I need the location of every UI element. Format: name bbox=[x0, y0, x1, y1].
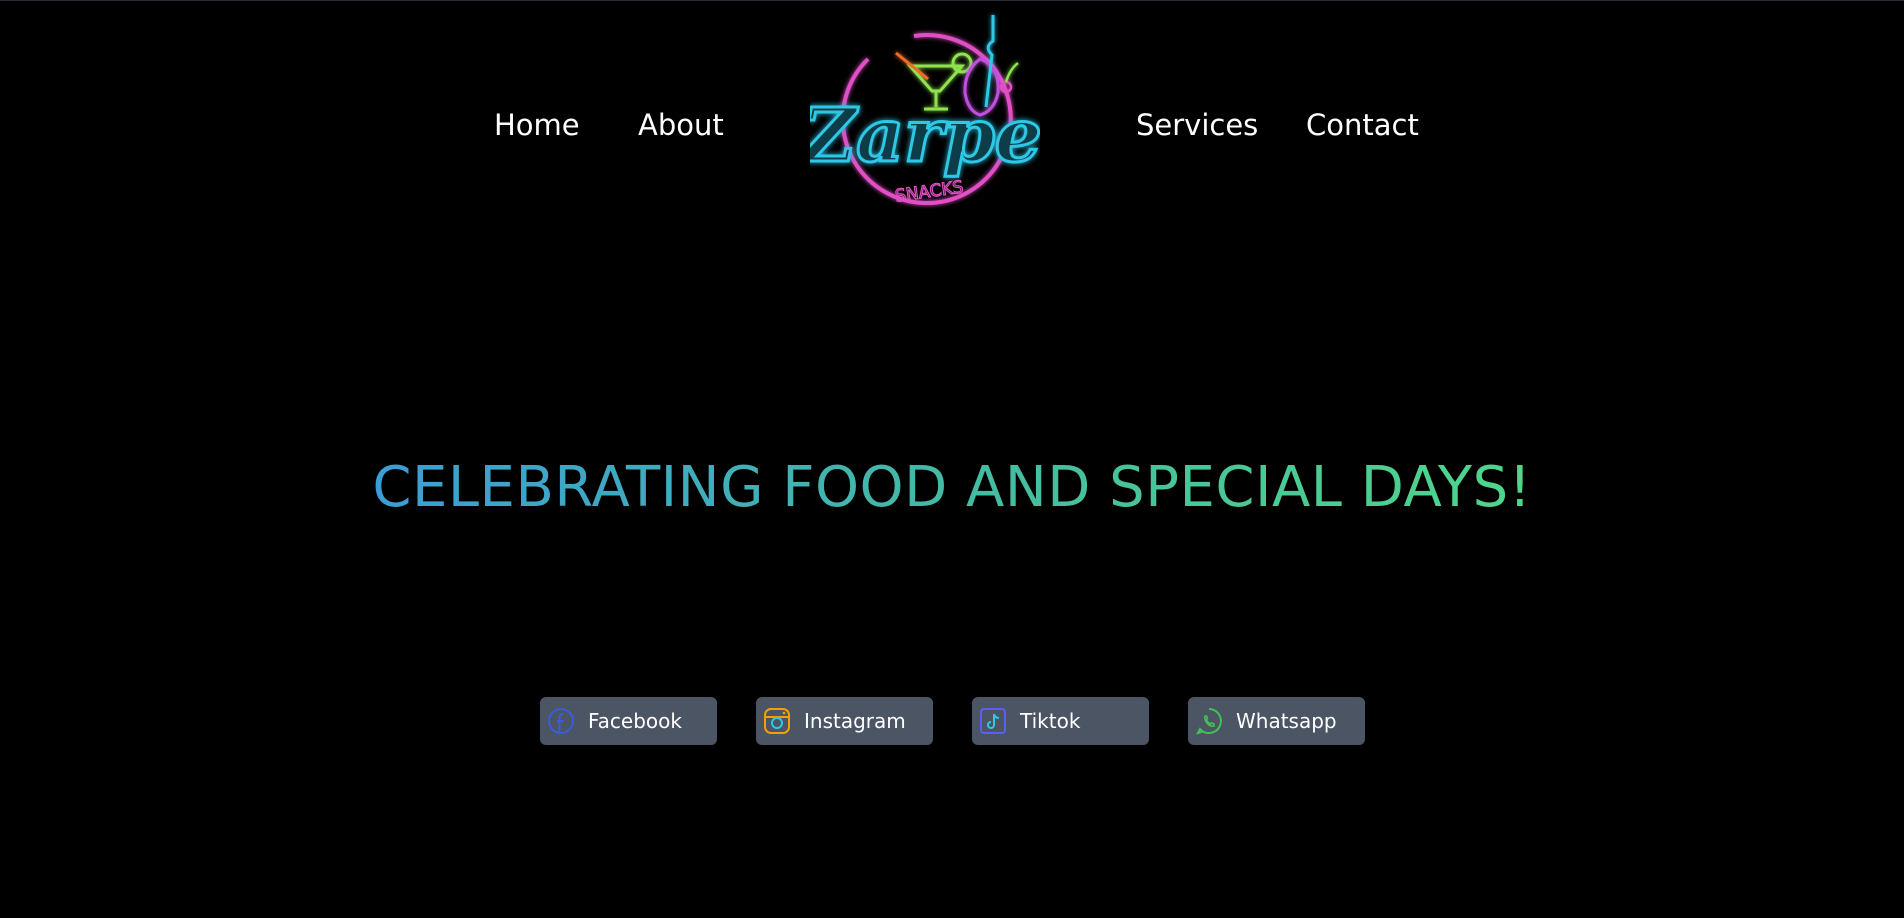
zarpe-snacks-logo[interactable]: Zarpe SNACKS bbox=[798, 11, 1043, 221]
whatsapp-button[interactable]: Whatsapp bbox=[1188, 697, 1365, 745]
nav-services-link[interactable]: Services bbox=[1136, 105, 1258, 145]
instagram-button[interactable]: Instagram bbox=[756, 697, 933, 745]
tiktok-icon bbox=[977, 705, 1009, 737]
hero-title: CELEBRATING FOOD AND SPECIAL DAYS! bbox=[0, 453, 1904, 523]
instagram-label: Instagram bbox=[804, 709, 906, 733]
whatsapp-icon bbox=[1193, 705, 1225, 737]
facebook-button[interactable]: Facebook bbox=[540, 697, 717, 745]
tiktok-label: Tiktok bbox=[1020, 709, 1081, 733]
page: Home About Zarpe SNACKS Services Contact… bbox=[0, 0, 1904, 918]
tiktok-button[interactable]: Tiktok bbox=[972, 697, 1149, 745]
instagram-icon bbox=[761, 705, 793, 737]
logo-wordmark: Zarpe bbox=[810, 93, 1040, 179]
nav-contact-link[interactable]: Contact bbox=[1306, 105, 1419, 145]
nav-about-link[interactable]: About bbox=[638, 105, 724, 145]
nav-home-link[interactable]: Home bbox=[494, 105, 580, 145]
neon-logo-graphic: Zarpe SNACKS bbox=[798, 15, 1043, 207]
facebook-icon bbox=[545, 705, 577, 737]
facebook-label: Facebook bbox=[588, 709, 682, 733]
whatsapp-label: Whatsapp bbox=[1236, 709, 1337, 733]
hero-title-text: CELEBRATING FOOD AND SPECIAL DAYS! bbox=[372, 455, 1532, 520]
